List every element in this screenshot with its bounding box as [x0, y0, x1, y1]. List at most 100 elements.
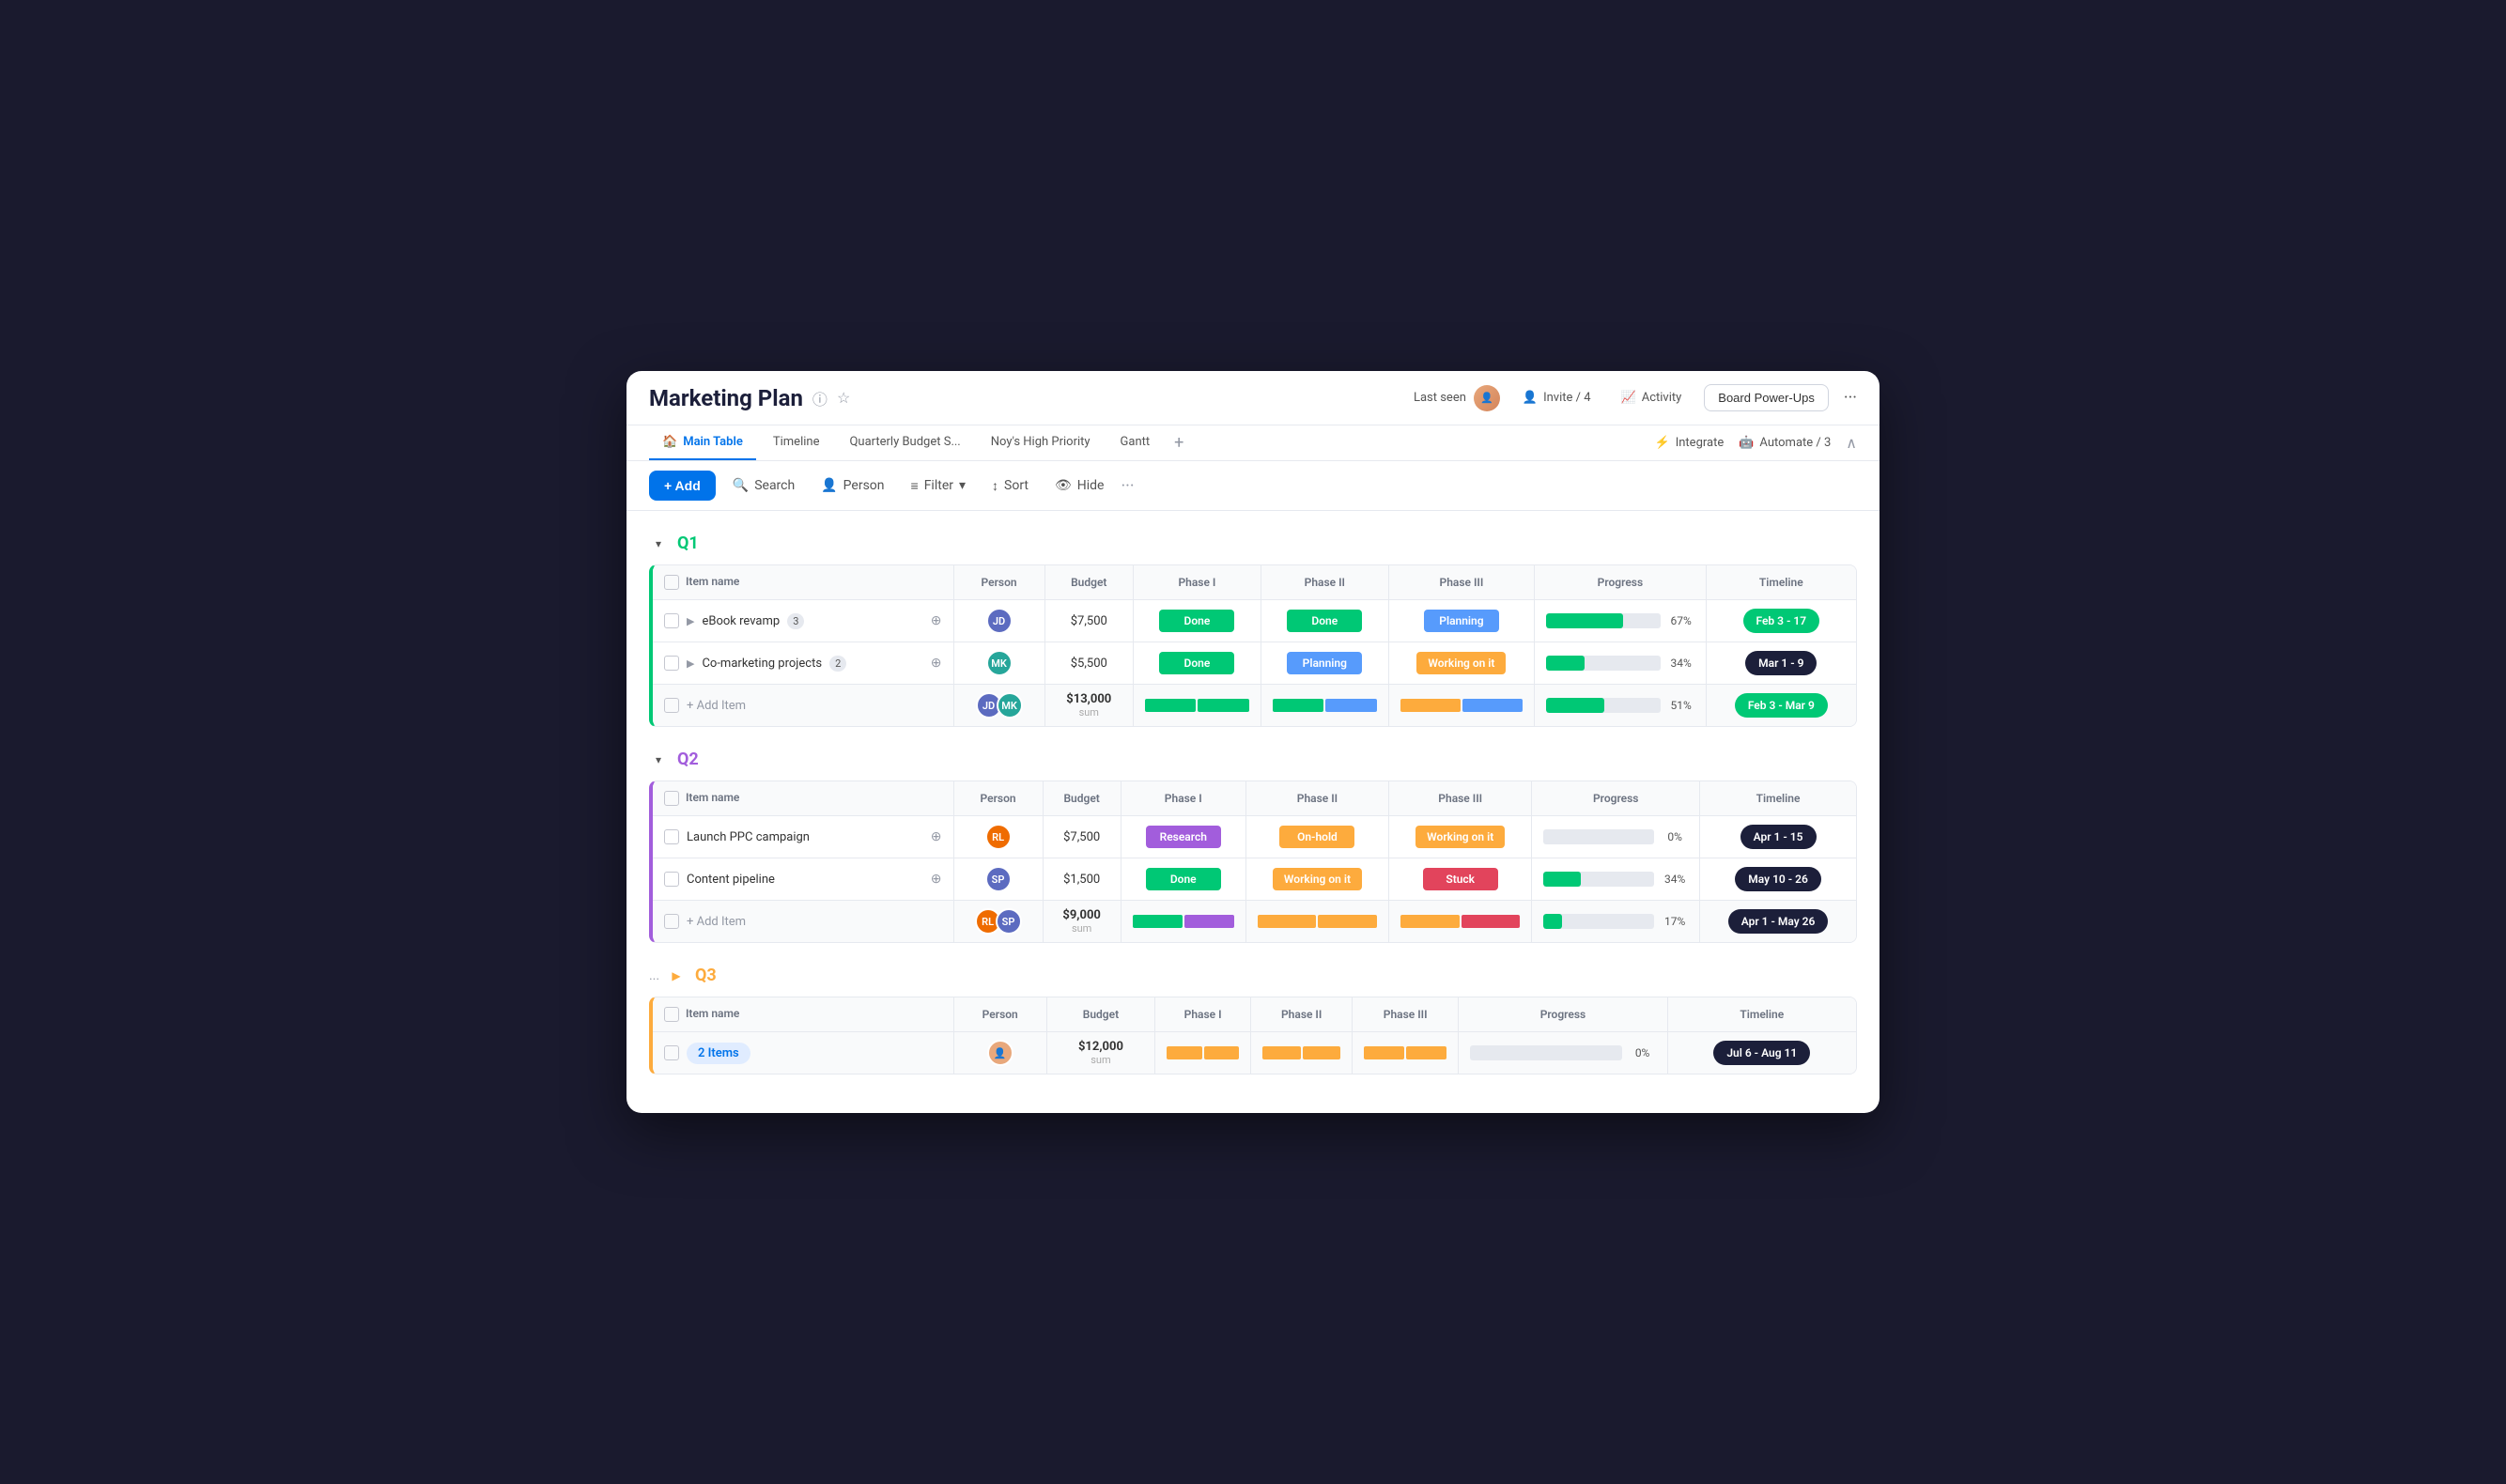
q2-summary-timeline: Apr 1 - May 26: [1700, 901, 1856, 943]
q3-summary-phase1: [1154, 1032, 1250, 1074]
mini-bar-done: [1145, 699, 1196, 712]
group-q3: ··· ▶ Q3 Item name Person: [649, 962, 1857, 1074]
col-item-name: Item name: [653, 781, 953, 816]
select-all-checkbox[interactable]: [664, 575, 679, 590]
q1-row2-phase3: Working on it: [1388, 642, 1534, 685]
timeline-badge: Apr 1 - May 26: [1728, 909, 1829, 934]
tab-gantt[interactable]: Gantt: [1107, 425, 1164, 460]
row1-checkbox[interactable]: [664, 829, 679, 844]
toolbar-more-icon[interactable]: ···: [1121, 476, 1134, 496]
more-options-icon[interactable]: ···: [1844, 388, 1857, 408]
summary-checkbox[interactable]: [664, 914, 679, 929]
header-left: Marketing Plan ⓘ ☆: [649, 385, 850, 411]
last-seen: Last seen 👤: [1414, 385, 1500, 411]
phase1-status: Research: [1146, 826, 1221, 848]
add-item-label[interactable]: + Add Item: [687, 699, 746, 713]
phase1-status: Done: [1159, 610, 1234, 632]
phase1-status: Done: [1159, 652, 1234, 674]
user-avatar: 👤: [1474, 385, 1500, 411]
group-q2-collapse[interactable]: ▾: [649, 750, 668, 769]
avatar-mk: MK: [986, 650, 1013, 676]
add-tab-button[interactable]: +: [1167, 425, 1191, 460]
row1-expand[interactable]: ▶: [687, 615, 694, 627]
tabs-bar: 🏠 Main Table Timeline Quarterly Budget S…: [626, 425, 1880, 461]
tab-timeline[interactable]: Timeline: [760, 425, 833, 460]
row2-expand[interactable]: ▶: [687, 657, 694, 670]
filter-chevron: ▾: [959, 478, 966, 493]
q2-summary-progress: 17%: [1532, 901, 1700, 943]
mini-bar-planning: [1462, 699, 1523, 712]
mini-bar-planning: [1325, 699, 1376, 712]
collapse-button[interactable]: ∧: [1846, 434, 1857, 452]
tab-quarterly-budget[interactable]: Quarterly Budget S...: [836, 425, 973, 460]
hide-button[interactable]: 👁 Hide: [1045, 472, 1114, 499]
row2-checkbox[interactable]: [664, 872, 679, 887]
timeline-badge: Feb 3 - Mar 9: [1735, 693, 1828, 718]
filter-button[interactable]: ≡ Filter ▾: [902, 472, 976, 500]
summary-checkbox[interactable]: [664, 1045, 679, 1060]
q2-summary-phase2: [1245, 901, 1388, 943]
phase3-status: Planning: [1424, 610, 1499, 632]
group-q1-header: ▾ Q1: [649, 530, 1857, 557]
avatar-rl: RL: [985, 824, 1012, 850]
activity-button[interactable]: 📈 Activity: [1614, 387, 1690, 409]
mini-bar-working: [1400, 915, 1460, 928]
tabs-list: 🏠 Main Table Timeline Quarterly Budget S…: [649, 425, 1191, 460]
q1-row1-progress: 67%: [1535, 600, 1706, 642]
star-icon[interactable]: ☆: [837, 389, 850, 407]
progress-bar: [1543, 829, 1654, 844]
automate-icon: 🤖: [1739, 436, 1754, 450]
summary-checkbox[interactable]: [664, 698, 679, 713]
progress-fill: [1546, 698, 1604, 713]
group-q3-header-wrapper: ··· ▶ Q3: [649, 962, 1857, 997]
q1-summary-row: + Add Item JD MK $13,000: [653, 685, 1856, 727]
search-button[interactable]: 🔍 Search: [723, 472, 804, 499]
row2-checkbox[interactable]: [664, 656, 679, 671]
q3-summary-budget: $12,000 sum: [1046, 1032, 1154, 1074]
main-content: ▾ Q1 Item name Person Budget Phase I: [626, 511, 1880, 1093]
tab-main-table[interactable]: 🏠 Main Table: [649, 425, 756, 460]
progress-fill: [1546, 613, 1622, 628]
q1-summary-phase3: [1388, 685, 1534, 727]
col-phase2: Phase II: [1245, 781, 1388, 816]
group-q1-title: Q1: [677, 533, 699, 553]
row2-add-icon[interactable]: ⊕: [931, 656, 942, 671]
integrate-button[interactable]: ⚡ Integrate: [1655, 436, 1725, 450]
q1-row2-name: ▶ Co-marketing projects 2 ⊕: [653, 642, 953, 685]
select-all-checkbox[interactable]: [664, 1007, 679, 1022]
q2-row1-name: Launch PPC campaign ⊕: [653, 816, 953, 858]
q2-row2-person: SP: [953, 858, 1043, 901]
board-powerups-button[interactable]: Board Power-Ups: [1704, 384, 1829, 411]
group-q3-collapse[interactable]: ▶: [667, 966, 686, 985]
add-item-label[interactable]: + Add Item: [687, 915, 746, 929]
row2-add-icon[interactable]: ⊕: [931, 872, 942, 887]
sort-button[interactable]: ↕ Sort: [982, 472, 1038, 500]
col-budget: Budget: [1044, 565, 1133, 600]
tabs-right-actions: ⚡ Integrate 🤖 Automate / 3 ∧: [1655, 434, 1857, 452]
q3-summary-person: 👤: [953, 1032, 1046, 1074]
search-icon: 🔍: [733, 478, 749, 493]
automate-button[interactable]: 🤖 Automate / 3: [1739, 436, 1831, 450]
phase2-status: Done: [1287, 610, 1362, 632]
invite-button[interactable]: 👤 Invite / 4: [1515, 387, 1599, 409]
add-button[interactable]: + Add: [649, 471, 716, 501]
q2-row2-timeline: May 10 - 26: [1700, 858, 1856, 901]
q2-row1-phase2: On-hold: [1245, 816, 1388, 858]
avatar-sum2: MK: [997, 692, 1023, 719]
progress-bar: [1546, 613, 1660, 628]
row1-checkbox[interactable]: [664, 613, 679, 628]
row1-add-icon[interactable]: ⊕: [931, 613, 942, 628]
col-item-name: Item name: [653, 997, 953, 1032]
q2-row2-name: Content pipeline ⊕: [653, 858, 953, 901]
col-phase3: Phase III: [1389, 781, 1532, 816]
tab-noy-high-priority[interactable]: Noy's High Priority: [978, 425, 1104, 460]
group-q1-collapse[interactable]: ▾: [649, 534, 668, 553]
row1-add-icon[interactable]: ⊕: [931, 829, 942, 844]
select-all-checkbox[interactable]: [664, 791, 679, 806]
mini-bar-working: [1318, 915, 1377, 928]
person-filter-button[interactable]: 👤 Person: [812, 472, 893, 499]
info-icon[interactable]: ⓘ: [812, 387, 828, 410]
header: Marketing Plan ⓘ ☆ Last seen 👤 👤 Invite …: [626, 371, 1880, 425]
q1-row1-budget: $7,500: [1044, 600, 1133, 642]
q1-summary-progress: 51%: [1535, 685, 1706, 727]
